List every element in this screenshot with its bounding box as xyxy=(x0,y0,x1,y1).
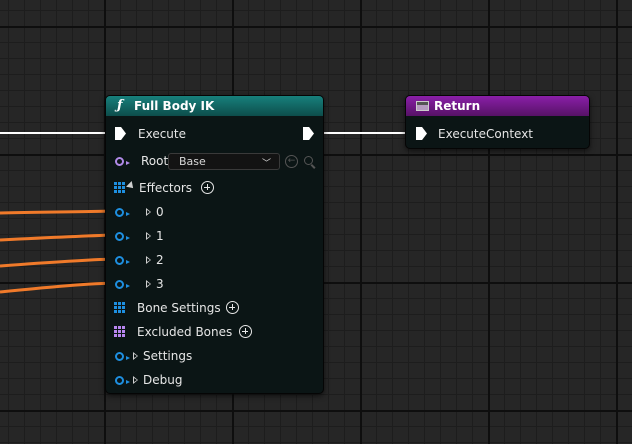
expand-arrow-icon[interactable] xyxy=(146,280,151,288)
effector-pin-icon[interactable] xyxy=(115,208,130,217)
effector-wire-2[interactable] xyxy=(0,257,115,268)
root-dropdown[interactable]: Base ﹀ xyxy=(168,153,280,170)
excluded-bones-label: Excluded Bones xyxy=(137,325,233,339)
expand-arrow-icon[interactable] xyxy=(133,352,138,360)
array-pin-icon[interactable] xyxy=(114,302,125,313)
array-pin-icon[interactable] xyxy=(114,326,125,337)
exec-in-pin-icon[interactable] xyxy=(115,127,126,140)
settings-label: Settings xyxy=(143,349,193,363)
excluded-bones-row: Excluded Bones xyxy=(106,320,323,344)
add-bone-setting-icon[interactable] xyxy=(226,301,239,314)
effector-pin-icon[interactable] xyxy=(115,256,130,265)
effector-pin-icon[interactable] xyxy=(115,280,130,289)
debug-row: Debug xyxy=(106,368,323,392)
root-pin-icon[interactable] xyxy=(115,157,130,166)
effector-row-3: 3 xyxy=(106,272,323,296)
expand-arrow-icon[interactable] xyxy=(146,208,151,216)
effector-row-1: 1 xyxy=(106,224,323,248)
return-node[interactable]: Return ExecuteContext xyxy=(405,95,590,149)
effector-wire-1[interactable] xyxy=(0,233,115,242)
effector-wire-3[interactable] xyxy=(0,281,115,294)
browse-icon[interactable] xyxy=(304,156,313,165)
use-selected-icon[interactable]: ← xyxy=(285,155,298,168)
collapse-arrow-icon[interactable] xyxy=(126,181,136,191)
add-effector-icon[interactable] xyxy=(201,181,214,194)
exec-in-pin-icon[interactable] xyxy=(416,127,427,140)
node-title: Full Body IK xyxy=(134,99,215,113)
node-header[interactable]: ƒ Full Body IK xyxy=(106,96,323,116)
array-pin-icon[interactable] xyxy=(114,182,125,193)
effector-row-0: 0 xyxy=(106,200,323,224)
execute-context-row: ExecuteContext xyxy=(406,122,589,146)
dropdown-chevron-icon: ﹀ xyxy=(261,159,271,169)
expand-arrow-icon[interactable] xyxy=(133,376,138,384)
expand-arrow-icon[interactable] xyxy=(146,256,151,264)
struct-pin-icon[interactable] xyxy=(115,352,130,361)
root-row: Root Base ﹀ ← xyxy=(106,149,323,173)
debug-label: Debug xyxy=(143,373,183,387)
execute-label: Execute xyxy=(138,127,186,141)
return-icon xyxy=(416,101,429,111)
bone-settings-label: Bone Settings xyxy=(137,301,221,315)
node-header[interactable]: Return xyxy=(406,96,589,116)
root-label: Root xyxy=(141,154,169,168)
effector-index: 3 xyxy=(156,277,164,291)
bone-settings-row: Bone Settings xyxy=(106,296,323,320)
effector-wire-0[interactable] xyxy=(0,209,115,215)
exec-out-pin-icon[interactable] xyxy=(303,127,314,140)
effector-index: 1 xyxy=(156,229,164,243)
effector-index: 2 xyxy=(156,253,164,267)
struct-pin-icon[interactable] xyxy=(115,376,130,385)
add-excluded-bone-icon[interactable] xyxy=(239,325,252,338)
execute-context-label: ExecuteContext xyxy=(438,127,533,141)
effectors-row: Effectors xyxy=(106,176,323,200)
effector-pin-icon[interactable] xyxy=(115,232,130,241)
settings-row: Settings xyxy=(106,344,323,368)
effectors-label: Effectors xyxy=(139,181,193,195)
full-body-ik-node[interactable]: ƒ Full Body IK Execute Root Base ﹀ ← Eff… xyxy=(105,95,324,394)
effector-row-2: 2 xyxy=(106,248,323,272)
function-icon: ƒ xyxy=(117,98,123,113)
execute-row: Execute xyxy=(106,122,323,146)
root-value: Base xyxy=(179,155,206,168)
effector-index: 0 xyxy=(156,205,164,219)
node-title: Return xyxy=(434,99,481,113)
expand-arrow-icon[interactable] xyxy=(146,232,151,240)
